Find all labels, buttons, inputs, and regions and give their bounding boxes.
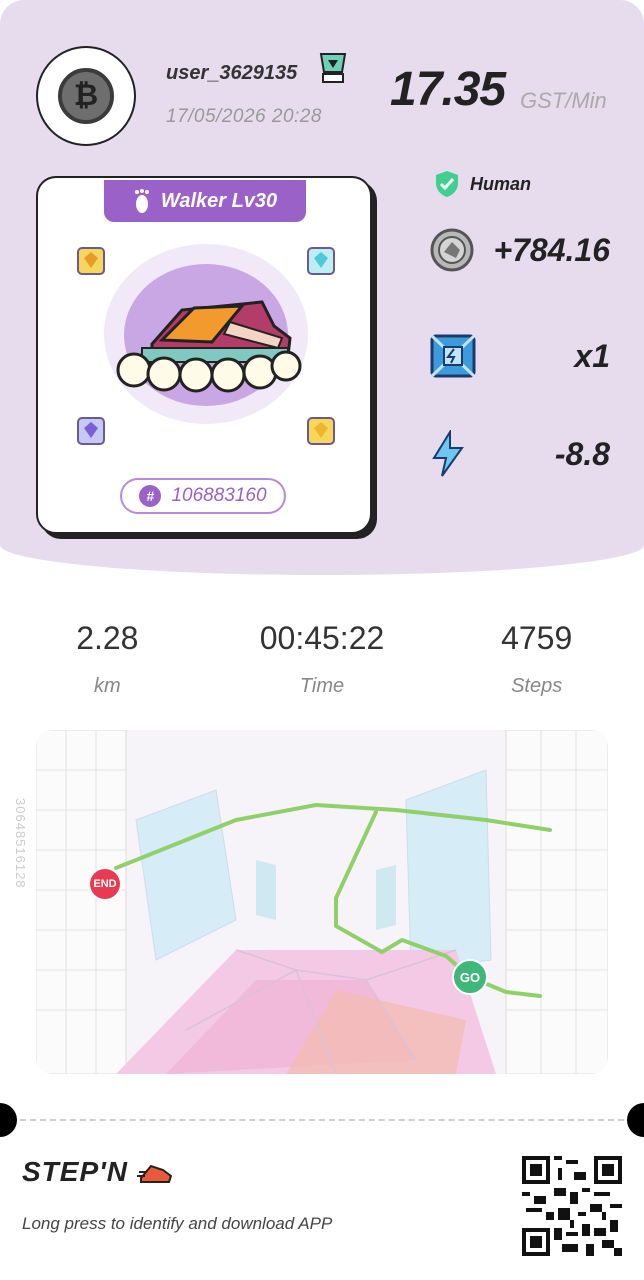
earning-rate-unit: GST/Min (520, 88, 607, 113)
sneaker-image (116, 300, 302, 393)
stepn-logo: STEP'N (22, 1156, 173, 1188)
time-value: 00:45:22 (259, 620, 385, 656)
go-marker: GO (452, 959, 488, 995)
sneaker-level-label: Walker Lv30 (160, 189, 278, 212)
bitcoin-icon: ₿ (58, 68, 114, 124)
time-label: Time (299, 675, 345, 697)
human-verified: Human (434, 170, 531, 198)
avatar[interactable]: ₿ (36, 46, 136, 146)
ticket-notch-right (627, 1103, 644, 1137)
sneaker-id-pill[interactable]: # 106883160 (120, 478, 286, 514)
time-stat: 00:45:22 Time (215, 620, 430, 698)
end-label: END (93, 878, 117, 890)
go-label: GO (459, 969, 481, 985)
gem-socket-comfort-icon[interactable] (76, 416, 106, 446)
hash-icon: # (139, 485, 162, 507)
end-marker: END (88, 867, 122, 901)
brand-name: STEP'N (22, 1156, 129, 1187)
ticket-notch-left (0, 1103, 17, 1137)
steps-label: Steps (511, 675, 563, 697)
energy-value: -8.8 (554, 435, 610, 472)
footprint-icon (134, 189, 149, 213)
earned-value: +784.16 (493, 231, 610, 268)
side-serial-code: 30648516128 (13, 798, 28, 889)
earned-row: +784.16 (430, 228, 610, 272)
human-label: Human (470, 173, 532, 194)
dashed-divider (20, 1119, 624, 1121)
sneaker-level-tab: Walker Lv30 (104, 180, 306, 222)
download-hint: Long press to identify and download APP (22, 1214, 333, 1233)
share-card: ₿ user_3629135 17/05/2026 20:28 17.35 GS… (0, 0, 644, 1280)
route-map-canvas (36, 730, 608, 1074)
shield-check-icon (436, 171, 458, 197)
mystery-box-icon (430, 334, 476, 378)
distance-label: km (94, 675, 121, 697)
sneaker-id: 106883160 (171, 485, 267, 506)
run-stats: 2.28 km 00:45:22 Time 4759 Steps (0, 620, 644, 698)
steps-value: 4759 (501, 620, 573, 656)
gem-socket-luck-icon[interactable] (306, 246, 336, 276)
energy-row: -8.8 (430, 430, 610, 478)
distance-stat: 2.28 km (0, 620, 215, 698)
earning-rate: 17.35 (390, 63, 506, 116)
sneaker-logo-icon (136, 1164, 172, 1183)
gem-socket-efficiency-icon[interactable] (76, 246, 106, 276)
qr-code[interactable] (522, 1156, 622, 1256)
multiplier-row: x1 (430, 334, 610, 378)
gem-socket-resilience-icon[interactable] (306, 416, 336, 446)
distance-value: 2.28 (76, 620, 139, 656)
gst-coin-icon (430, 228, 474, 272)
steps-stat: 4759 Steps (429, 620, 644, 698)
multiplier-value: x1 (574, 337, 610, 374)
username: user_3629135 (166, 62, 298, 84)
rank-badge-icon (319, 53, 347, 83)
lightning-icon (432, 430, 464, 477)
route-map[interactable]: END GO (36, 730, 608, 1074)
timestamp: 17/05/2026 20:28 (166, 106, 322, 127)
